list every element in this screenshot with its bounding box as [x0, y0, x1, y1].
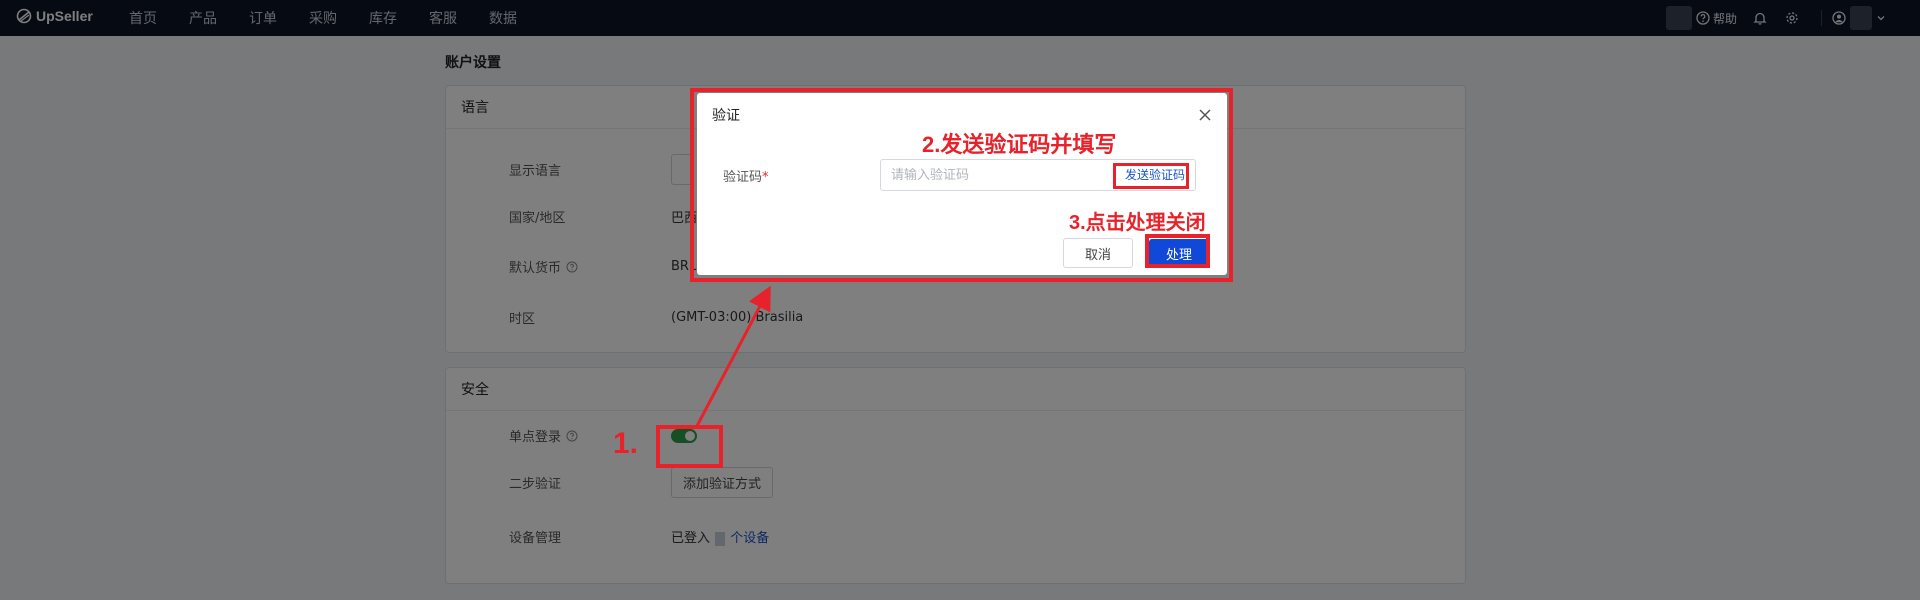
dialog-title: 验证: [712, 108, 740, 124]
verification-code-input[interactable]: [881, 160, 1111, 190]
close-icon[interactable]: [1198, 108, 1212, 122]
send-code-highlight-box: [1113, 163, 1189, 189]
annotation-arrows: [695, 232, 1149, 427]
step2-annotation: 2.发送验证码并填写: [922, 132, 1117, 157]
code-label: 验证码: [723, 170, 763, 185]
cancel-button[interactable]: 取消: [1063, 238, 1133, 268]
step3-annotation: 3.点击处理关闭: [1069, 212, 1206, 234]
step1-arrow: [695, 285, 771, 427]
confirm-highlight-box: [1145, 234, 1210, 268]
required-mark: *: [762, 170, 769, 185]
